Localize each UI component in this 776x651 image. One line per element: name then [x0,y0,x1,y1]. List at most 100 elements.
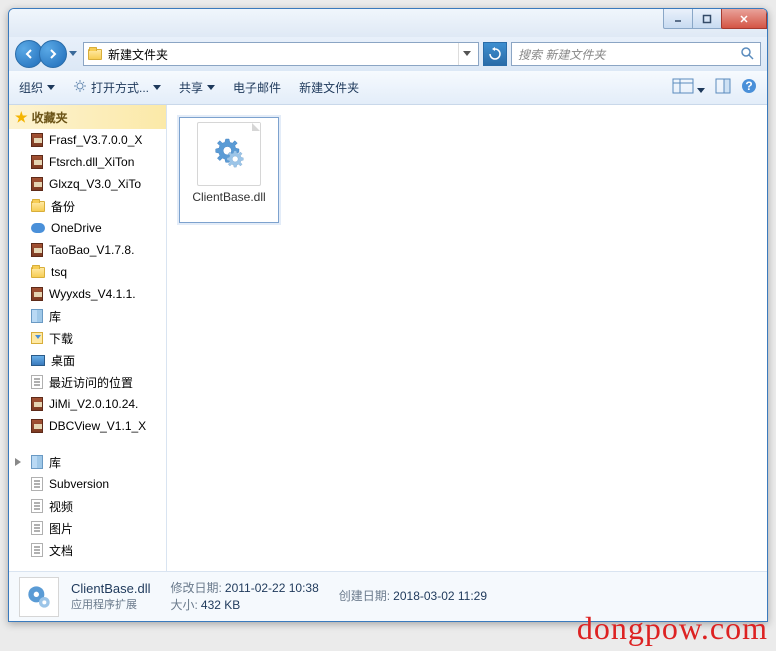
sidebar-item[interactable]: 视频 [9,495,166,517]
sidebar-item[interactable]: 备份 [9,195,166,217]
sidebar-item-label: JiMi_V2.0.10.24. [49,397,138,411]
sidebar-item[interactable]: DBCView_V1.1_X [9,415,166,437]
address-bar[interactable]: 新建文件夹 [83,42,479,66]
dll-gear-icon [209,134,249,174]
window-controls [664,9,767,29]
navigation-pane: ★ 收藏夹 Frasf_V3.7.0.0_X Ftsrch.dll_XiTon Gl… [9,105,167,571]
sidebar-item-label: 图片 [49,520,73,537]
archive-icon [31,155,43,169]
details-file-name: ClientBase.dll [71,581,151,597]
svg-text:?: ? [745,79,752,93]
file-icon [31,521,43,535]
details-name-block: ClientBase.dll 应用程序扩展 [71,581,151,613]
sidebar-item-label: 最近访问的位置 [49,374,133,391]
main-area: ★ 收藏夹 Frasf_V3.7.0.0_X Ftsrch.dll_XiTon Gl… [9,105,767,571]
favorites-label: 收藏夹 [32,109,68,126]
cloud-icon [31,223,45,233]
folder-icon [31,267,45,278]
sidebar-item[interactable]: Ftsrch.dll_XiTon [9,151,166,173]
sidebar-item-label: Subversion [49,477,109,491]
archive-icon [31,397,43,411]
file-name-label: ClientBase.dll [192,190,265,204]
library-icon [31,455,43,469]
sidebar-item-label: tsq [51,265,67,279]
refresh-button[interactable] [483,42,507,66]
sidebar-item[interactable]: 桌面 [9,349,166,371]
sidebar-item[interactable]: 图片 [9,517,166,539]
file-item[interactable]: ClientBase.dll [179,117,279,223]
library-icon [31,309,43,323]
search-icon[interactable] [740,46,754,63]
close-button[interactable] [721,9,767,29]
details-icon [19,577,59,617]
share-menu[interactable]: 共享 [179,79,215,96]
open-with-menu[interactable]: 打开方式... [73,79,161,96]
sidebar-item-label: Frasf_V3.7.0.0_X [49,133,142,147]
download-icon [31,332,43,344]
sidebar-item-label: DBCView_V1.1_X [49,419,146,433]
sidebar-item[interactable]: 下载 [9,327,166,349]
sidebar-item[interactable]: JiMi_V2.0.10.24. [9,393,166,415]
history-dropdown[interactable] [67,41,79,67]
file-icon [31,375,43,389]
maximize-button[interactable] [692,9,722,29]
file-list-pane[interactable]: ClientBase.dll [167,105,767,571]
folder-icon [88,49,102,60]
archive-icon [31,287,43,301]
sidebar-item[interactable]: tsq [9,261,166,283]
sidebar-item[interactable]: Frasf_V3.7.0.0_X [9,129,166,151]
sidebar-item[interactable]: 最近访问的位置 [9,371,166,393]
organize-menu[interactable]: 组织 [19,79,55,96]
file-thumbnail [197,122,261,186]
archive-icon [31,419,43,433]
view-options-button[interactable] [672,78,705,97]
sidebar-item-label: Wyyxds_V4.1.1. [49,287,136,301]
file-icon [31,499,43,513]
address-dropdown[interactable] [458,43,474,65]
forward-button[interactable] [39,40,67,68]
sidebar-item-label: 备份 [51,198,75,215]
gear-icon [73,79,87,96]
title-bar [9,9,767,37]
sidebar-item-label: 桌面 [51,352,75,369]
folder-icon [31,201,45,212]
desktop-icon [31,355,45,366]
details-file-type: 应用程序扩展 [71,597,151,613]
minimize-button[interactable] [663,9,693,29]
star-icon: ★ [15,109,28,126]
sidebar-item[interactable]: 文档 [9,539,166,561]
sidebar-item-label: TaoBao_V1.7.8. [49,243,134,257]
sidebar-item-label: Ftsrch.dll_XiTon [49,155,134,169]
file-icon [31,477,43,491]
archive-icon [31,133,43,147]
libraries-header[interactable]: 库 [9,451,166,473]
sidebar-item[interactable]: OneDrive [9,217,166,239]
archive-icon [31,243,43,257]
sidebar-item-label: 视频 [49,498,73,515]
email-button[interactable]: 电子邮件 [233,79,281,96]
sidebar-item[interactable]: Glxzq_V3.0_XiTo [9,173,166,195]
preview-pane-button[interactable] [715,78,731,97]
favorites-header[interactable]: ★ 收藏夹 [9,105,166,129]
sidebar-item[interactable]: TaoBao_V1.7.8. [9,239,166,261]
sidebar-item-label: 下载 [49,330,73,347]
libraries-label: 库 [49,454,61,471]
watermark: dongpow.com [577,610,768,647]
archive-icon [31,177,43,191]
sidebar-item-label: OneDrive [51,221,102,235]
sidebar-item[interactable]: 库 [9,305,166,327]
file-icon [31,543,43,557]
search-placeholder: 搜索 新建文件夹 [518,46,605,63]
sidebar-item[interactable]: Wyyxds_V4.1.1. [9,283,166,305]
sidebar-item-label: 文档 [49,542,73,559]
sidebar-item-label: 库 [49,308,61,325]
sidebar-item[interactable]: Subversion [9,473,166,495]
search-box[interactable]: 搜索 新建文件夹 [511,42,761,66]
new-folder-button[interactable]: 新建文件夹 [299,79,359,96]
help-button[interactable]: ? [741,78,757,97]
nav-buttons [15,40,79,68]
chevron-icon [15,455,25,469]
command-bar: 组织 打开方式... 共享 电子邮件 新建文件夹 ? [9,71,767,105]
breadcrumb-segment[interactable]: 新建文件夹 [108,46,168,63]
details-meta-2: 创建日期: 2018-03-02 11:29 [339,588,487,605]
